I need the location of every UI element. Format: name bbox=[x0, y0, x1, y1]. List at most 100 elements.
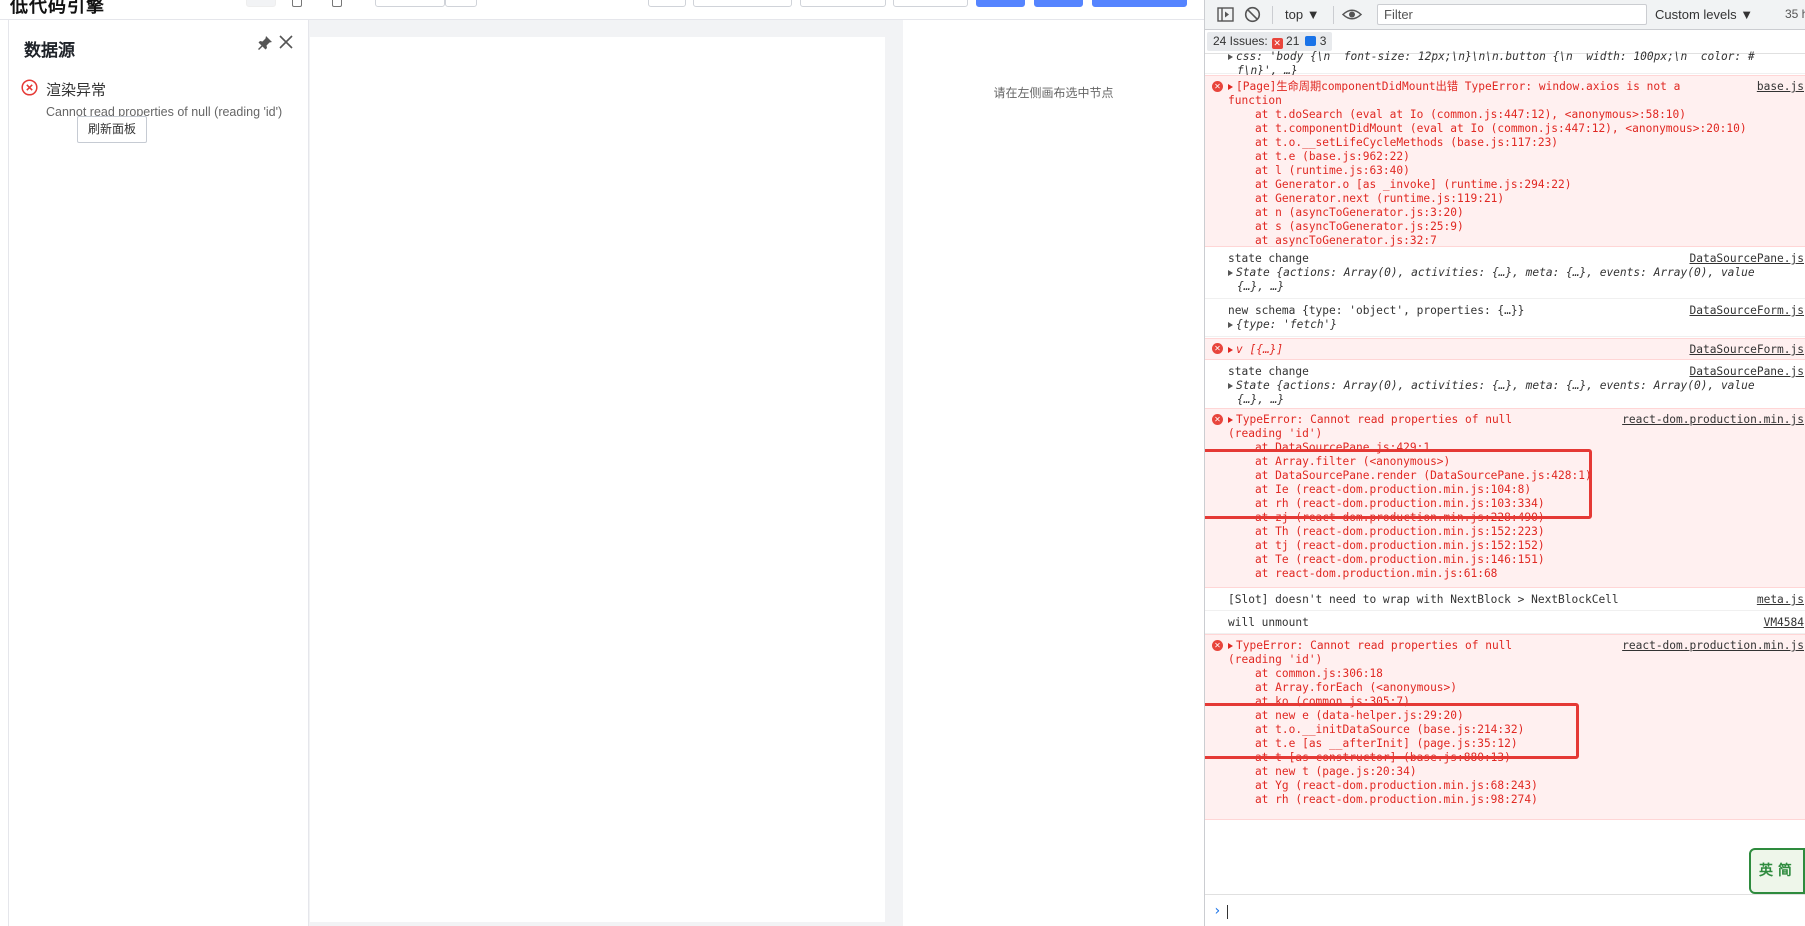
source-link[interactable]: react-dom.production.min.js bbox=[1622, 413, 1804, 427]
console-error[interactable]: ✕ TypeError: Cannot read properties of n… bbox=[1205, 408, 1805, 588]
stack-line: at new t (page.js:20:34) bbox=[1228, 765, 1417, 778]
stack-line: at t.componentDidMount (eval at Io (comm… bbox=[1228, 122, 1747, 135]
stack-line: at new e (data-helper.js:29:20) bbox=[1228, 709, 1464, 722]
prompt-cursor[interactable] bbox=[1227, 905, 1228, 919]
source-link[interactable]: DataSourcePane.js bbox=[1689, 252, 1804, 266]
expand-triangle-icon[interactable] bbox=[1228, 270, 1233, 276]
expand-triangle-icon[interactable] bbox=[1228, 643, 1233, 649]
console-error[interactable]: ✕ TypeError: Cannot read properties of n… bbox=[1205, 634, 1805, 820]
expand-triangle-icon[interactable] bbox=[1228, 383, 1233, 389]
device-select[interactable] bbox=[375, 0, 445, 7]
toolbar-button[interactable] bbox=[893, 0, 968, 7]
console-message[interactable]: will unmount VM4584 bbox=[1205, 612, 1805, 634]
stack-line: at Te (react-dom.production.min.js:146:1… bbox=[1228, 553, 1545, 566]
toolbar-button[interactable] bbox=[246, 0, 276, 7]
source-link[interactable]: DataSourcePane.js bbox=[1689, 365, 1804, 379]
console-message[interactable]: state change State {actions: Array(0), a… bbox=[1205, 248, 1805, 299]
stack-line: at t [as constructor] (base.js:880:13) bbox=[1228, 751, 1511, 764]
stack-line: at Array.filter (<anonymous>) bbox=[1228, 455, 1451, 468]
sidebar-toggle-icon[interactable] bbox=[1217, 7, 1234, 22]
source-link[interactable]: react-dom.production.min.js bbox=[1622, 639, 1804, 653]
stack-line: at react-dom.production.min.js:61:68 bbox=[1228, 567, 1498, 580]
issues-error-count: 21 bbox=[1286, 34, 1300, 48]
clear-console-icon[interactable] bbox=[1244, 6, 1261, 23]
context-selector[interactable]: top ▼ bbox=[1285, 7, 1320, 22]
console-line: will unmount bbox=[1228, 616, 1309, 629]
console-line: TypeError: Cannot read properties of nul… bbox=[1228, 639, 1512, 653]
expand-triangle-icon[interactable] bbox=[1228, 417, 1233, 423]
console-line: v [{…}] bbox=[1228, 343, 1283, 357]
design-canvas[interactable] bbox=[310, 37, 885, 922]
console-line: function bbox=[1228, 94, 1282, 107]
close-icon[interactable] bbox=[277, 33, 295, 51]
stack-line: at common.js:306:18 bbox=[1228, 667, 1383, 680]
device-select-arrow[interactable] bbox=[445, 0, 477, 7]
console-prompt[interactable]: › bbox=[1205, 894, 1805, 926]
stack-line: at Generator.o [as _invoke] (runtime.js:… bbox=[1228, 178, 1572, 191]
expand-triangle-icon[interactable] bbox=[1228, 322, 1233, 328]
filter-input[interactable] bbox=[1377, 4, 1647, 25]
source-link[interactable]: DataSourceForm.js bbox=[1689, 304, 1804, 318]
refresh-panel-button[interactable]: 刷新面板 bbox=[77, 116, 148, 143]
console-message[interactable]: [Slot] doesn't need to wrap with NextBlo… bbox=[1205, 589, 1805, 611]
prompt-chevron-icon: › bbox=[1213, 903, 1222, 919]
render-error-title: 渲染异常 bbox=[46, 81, 107, 99]
stack-line: at DataSourcePane.js:429:1 bbox=[1228, 441, 1431, 454]
levels-label: Custom levels bbox=[1655, 7, 1737, 22]
log-levels-dropdown[interactable]: Custom levels ▼ bbox=[1655, 7, 1753, 22]
source-link[interactable]: meta.js bbox=[1757, 593, 1804, 607]
error-circle-icon bbox=[21, 79, 38, 96]
toolbar-button[interactable] bbox=[693, 0, 792, 7]
stack-line: at t.e [as __afterInit] (page.js:35:12) bbox=[1228, 737, 1518, 750]
toolbar-icon[interactable] bbox=[292, 0, 302, 7]
console-line: State {actions: Array(0), activities: {…… bbox=[1228, 379, 1755, 393]
console-toolbar: top ▼ Custom levels ▼ 35 h bbox=[1205, 0, 1805, 30]
source-link[interactable]: DataSourceForm.js bbox=[1689, 343, 1804, 357]
toolbar-divider bbox=[1333, 6, 1334, 24]
stack-line: at s (asyncToGenerator.js:25:9) bbox=[1228, 220, 1464, 233]
error-icon: ✕ bbox=[1212, 640, 1223, 651]
console-line: {type: 'fetch'} bbox=[1228, 318, 1337, 332]
stack-line: at ko (common.js:305:7) bbox=[1228, 695, 1410, 708]
console-line: [Page]生命周期componentDidMount出错 TypeError:… bbox=[1228, 80, 1680, 94]
chevron-down-icon: ▼ bbox=[1740, 7, 1754, 22]
settings-pane: 请在左侧画布选中节点 bbox=[903, 20, 1204, 926]
toolbar-icon[interactable] bbox=[332, 0, 342, 7]
stack-line: at asyncToGenerator.js:32:7 bbox=[1228, 234, 1437, 247]
ime-indicator[interactable]: 英 简 bbox=[1749, 848, 1805, 894]
console-message[interactable]: new schema {type: 'object', properties: … bbox=[1205, 300, 1805, 337]
editor-topbar: 低代码引擎 bbox=[0, 0, 1204, 20]
console-error[interactable]: ✕ v [{…}] DataSourceForm.js bbox=[1205, 338, 1805, 360]
issues-label: 24 Issues: bbox=[1213, 34, 1268, 48]
stack-line: at zj (react-dom.production.min.js:228:4… bbox=[1228, 511, 1545, 524]
stack-line: at n (asyncToGenerator.js:3:20) bbox=[1228, 206, 1464, 219]
expand-triangle-icon[interactable] bbox=[1228, 54, 1233, 60]
stack-line: at t.o.__setLifeCycleMethods (base.js:11… bbox=[1228, 136, 1559, 149]
eye-icon[interactable] bbox=[1342, 7, 1362, 22]
source-link[interactable]: VM4584 bbox=[1764, 616, 1804, 630]
context-label: top bbox=[1285, 7, 1304, 22]
expand-triangle-icon[interactable] bbox=[1228, 347, 1233, 353]
console-message[interactable]: state change State {actions: Array(0), a… bbox=[1205, 361, 1805, 409]
pin-icon[interactable] bbox=[257, 35, 273, 51]
console-line: state change bbox=[1228, 252, 1309, 265]
error-icon: ✕ bbox=[1212, 343, 1223, 354]
toolbar-button[interactable] bbox=[648, 0, 686, 7]
console-line: {…}, …} bbox=[1237, 393, 1285, 406]
expand-triangle-icon[interactable] bbox=[1228, 84, 1233, 90]
stack-line: at DataSourcePane.render (DataSourcePane… bbox=[1228, 469, 1592, 482]
issues-button[interactable]: 24 Issues: ✕ 21 3 bbox=[1207, 32, 1333, 51]
console-error[interactable]: ✕ [Page]生命周期componentDidMount出错 TypeErro… bbox=[1205, 75, 1805, 247]
publish-button[interactable] bbox=[1092, 0, 1187, 7]
primary-button[interactable] bbox=[976, 0, 1025, 7]
settings-empty-hint: 请在左侧画布选中节点 bbox=[993, 86, 1114, 100]
datasource-panel: 数据源 渲染异常 Cannot read properties of null … bbox=[9, 20, 309, 926]
console-message[interactable]: css: 'body {\n font-size: 12px;\n}\n\n.b… bbox=[1205, 50, 1805, 77]
primary-button[interactable] bbox=[1034, 0, 1083, 7]
toolbar-button[interactable] bbox=[800, 0, 886, 7]
console-messages: css: 'body {\n font-size: 12px;\n}\n\n.b… bbox=[1205, 50, 1805, 894]
stack-line: at Th (react-dom.production.min.js:152:2… bbox=[1228, 525, 1545, 538]
console-line: css: 'body {\n font-size: 12px;\n}\n\n.b… bbox=[1228, 50, 1755, 64]
stack-line: at t.doSearch (eval at Io (common.js:447… bbox=[1228, 108, 1687, 121]
source-link[interactable]: base.js bbox=[1757, 80, 1804, 94]
